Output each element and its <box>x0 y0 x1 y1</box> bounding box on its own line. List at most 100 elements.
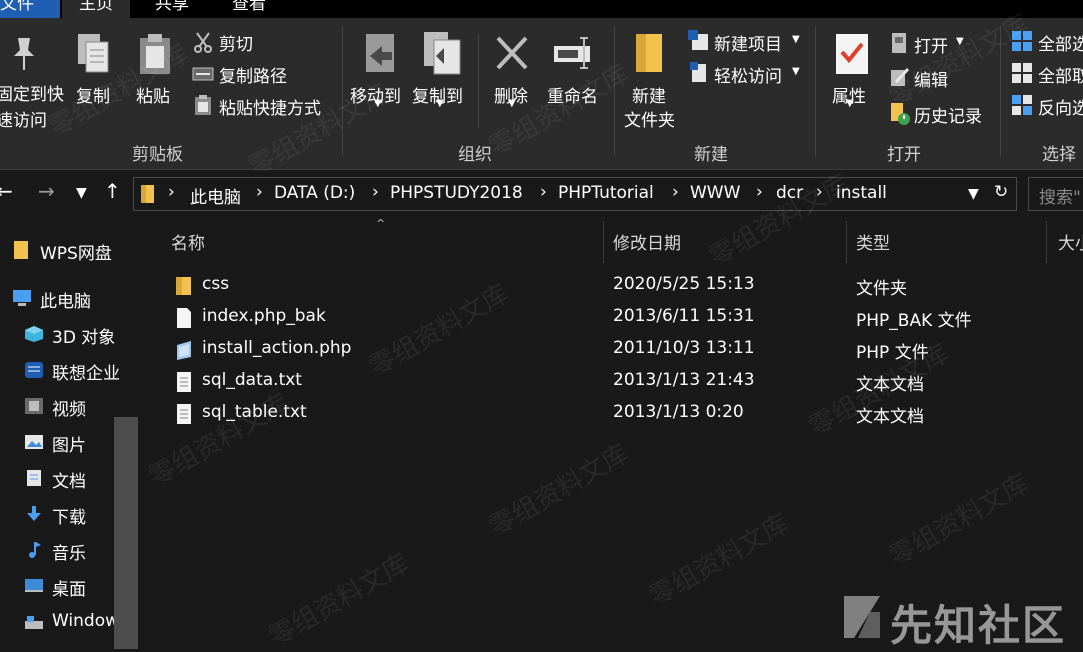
breadcrumb-this-pc[interactable]: 此电脑 <box>190 183 241 208</box>
sidebar-item-this-pc[interactable]: 此电脑 <box>0 283 115 313</box>
tab-share[interactable]: 共享 <box>145 0 199 18</box>
up-button[interactable]: ↑ <box>104 179 121 203</box>
breadcrumb-separator-icon: › <box>756 182 763 202</box>
sidebar-item-label: 文档 <box>52 472 86 492</box>
sidebar-item-videos[interactable]: 视频 <box>0 391 115 421</box>
column-divider[interactable] <box>1046 221 1047 263</box>
drive-icon <box>25 616 43 629</box>
breadcrumb-www[interactable]: WWW <box>690 183 740 203</box>
sidebar-item-wps-drive[interactable]: WPS网盘 <box>0 235 115 265</box>
tab-file[interactable]: 文件 <box>0 0 60 18</box>
open-label: 打开 <box>914 37 948 57</box>
column-header-name[interactable]: 名称 <box>171 229 205 254</box>
rename-label: 重命名 <box>547 87 598 107</box>
arrow-up-icon: ↑ <box>104 179 121 203</box>
pin-label-line1: 固定到快 <box>0 85 64 105</box>
search-input[interactable]: 搜索" <box>1028 177 1083 211</box>
file-name: sql_data.txt <box>202 370 302 390</box>
select-none-icon <box>1012 63 1032 83</box>
file-row[interactable]: install_action.php 2011/10/3 13:11 PHP 文… <box>165 334 1065 364</box>
forward-button[interactable]: → <box>38 179 55 203</box>
file-row[interactable]: css 2020/5/25 15:13 文件夹 <box>165 270 1065 300</box>
database-icon <box>25 362 43 378</box>
sidebar-scrollbar-thumb[interactable] <box>114 417 138 649</box>
history-label: 历史记录 <box>914 107 982 127</box>
invert-selection-label: 反向选 <box>1038 99 1083 119</box>
sidebar-item-music[interactable]: 音乐 <box>0 535 115 565</box>
sidebar-item-label: 此电脑 <box>40 292 91 312</box>
paste-icon <box>140 34 170 74</box>
ribbon-separator <box>342 26 343 156</box>
column-header-modified[interactable]: 修改日期 <box>613 229 681 254</box>
sidebar-item-3d-objects[interactable]: 3D 对象 <box>0 319 115 349</box>
new-item-icon <box>688 30 708 50</box>
sidebar-item-label: WPS网盘 <box>40 244 112 264</box>
sidebar-item-label: 桌面 <box>52 580 86 600</box>
column-divider[interactable] <box>603 221 604 263</box>
sidebar-item-desktop[interactable]: 桌面 <box>0 571 115 601</box>
breadcrumb-phptutorial[interactable]: PHPTutorial <box>558 183 654 203</box>
file-type: 文件夹 <box>856 279 907 299</box>
edit-label: 编辑 <box>914 71 948 91</box>
paste-shortcut-label: 粘贴快捷方式 <box>219 99 321 119</box>
file-name: index.php_bak <box>202 306 326 326</box>
arrow-left-icon: ← <box>0 179 13 203</box>
address-bar[interactable]: › 此电脑 › DATA (D:) › PHPSTUDY2018 › PHPTu… <box>133 177 1017 211</box>
file-name: install_action.php <box>202 338 352 358</box>
sidebar-item-downloads[interactable]: 下载 <box>0 499 115 529</box>
recent-locations-button[interactable]: ▼ <box>76 185 87 201</box>
download-icon <box>27 506 41 521</box>
file-row[interactable]: sql_data.txt 2013/1/13 21:43 文本文档 <box>165 366 1065 396</box>
ribbon-separator-small <box>478 34 479 128</box>
address-history-dropdown-icon[interactable]: ▼ <box>968 186 979 202</box>
copy-to-icon <box>424 32 461 75</box>
sidebar-item-label: 视频 <box>52 400 86 420</box>
file-row[interactable]: sql_table.txt 2013/1/13 0:20 文本文档 <box>165 398 1065 428</box>
column-header-type[interactable]: 类型 <box>856 229 890 254</box>
ribbon: 固定到快 速访问 复制 粘贴 剪切 复制路径 粘贴快捷方式 剪贴板 移动到 ▼ … <box>0 18 1083 170</box>
navigation-bar: ← → ▼ ↑ › 此电脑 › DATA (D:) › PHPSTUDY2018… <box>0 171 1083 217</box>
cut-label: 剪切 <box>219 35 253 55</box>
copy-path-label: 复制路径 <box>219 67 287 87</box>
file-name: sql_table.txt <box>202 402 307 422</box>
paste-label: 粘贴 <box>136 87 170 107</box>
sidebar-item-documents[interactable]: 文档 <box>0 463 115 493</box>
tab-home[interactable]: 主页 <box>62 0 130 18</box>
refresh-icon[interactable]: ↻ <box>994 182 1008 202</box>
paste-shortcut-icon <box>195 95 211 115</box>
file-type: 文本文档 <box>856 375 924 395</box>
sidebar-item-lenovo[interactable]: 联想企业 <box>0 355 120 385</box>
move-to-dropdown-icon: ▼ <box>374 98 382 109</box>
new-folder-label-line2: 文件夹 <box>624 111 675 131</box>
easy-access-dropdown-icon: ▼ <box>792 66 800 77</box>
column-header-size[interactable]: 大小 <box>1058 229 1083 254</box>
ribbon-tab-strip: 文件 主页 共享 查看 <box>0 0 1083 18</box>
tab-view[interactable]: 查看 <box>222 0 276 18</box>
sidebar-item-windows-drive[interactable]: Windows <box>0 607 128 637</box>
folder-icon <box>141 185 154 203</box>
search-placeholder: 搜索" <box>1039 188 1081 208</box>
document-icon <box>27 470 41 486</box>
open-dropdown-icon: ▼ <box>956 36 964 47</box>
file-type: PHP 文件 <box>856 343 929 363</box>
navigation-pane: WPS网盘 此电脑 3D 对象 联想企业 视频 图片 文档 下载 音乐 桌面 W… <box>0 217 140 652</box>
scissors-icon <box>194 32 212 53</box>
back-button[interactable]: ← <box>0 179 13 203</box>
picture-icon <box>25 435 43 449</box>
sidebar-item-label: 下载 <box>52 508 86 528</box>
select-all-label: 全部选 <box>1038 35 1083 55</box>
copy-to-dropdown-icon: ▼ <box>436 98 444 109</box>
breadcrumb-install[interactable]: install <box>836 183 887 203</box>
breadcrumb-separator-icon: › <box>372 182 379 202</box>
column-divider[interactable] <box>846 221 847 263</box>
breadcrumb-separator-icon: › <box>256 182 263 202</box>
breadcrumb-phpstudy2018[interactable]: PHPSTUDY2018 <box>390 183 523 203</box>
breadcrumb-dcr[interactable]: dcr <box>776 183 803 203</box>
new-folder-label-line1: 新建 <box>632 87 666 107</box>
file-row[interactable]: index.php_bak 2013/6/11 15:31 PHP_BAK 文件 <box>165 302 1065 332</box>
open-icon <box>892 33 906 53</box>
breadcrumb-data-drive[interactable]: DATA (D:) <box>274 183 355 203</box>
breadcrumb-separator-icon: › <box>540 182 547 202</box>
sidebar-item-pictures[interactable]: 图片 <box>0 427 115 457</box>
invert-selection-icon <box>1012 95 1032 115</box>
